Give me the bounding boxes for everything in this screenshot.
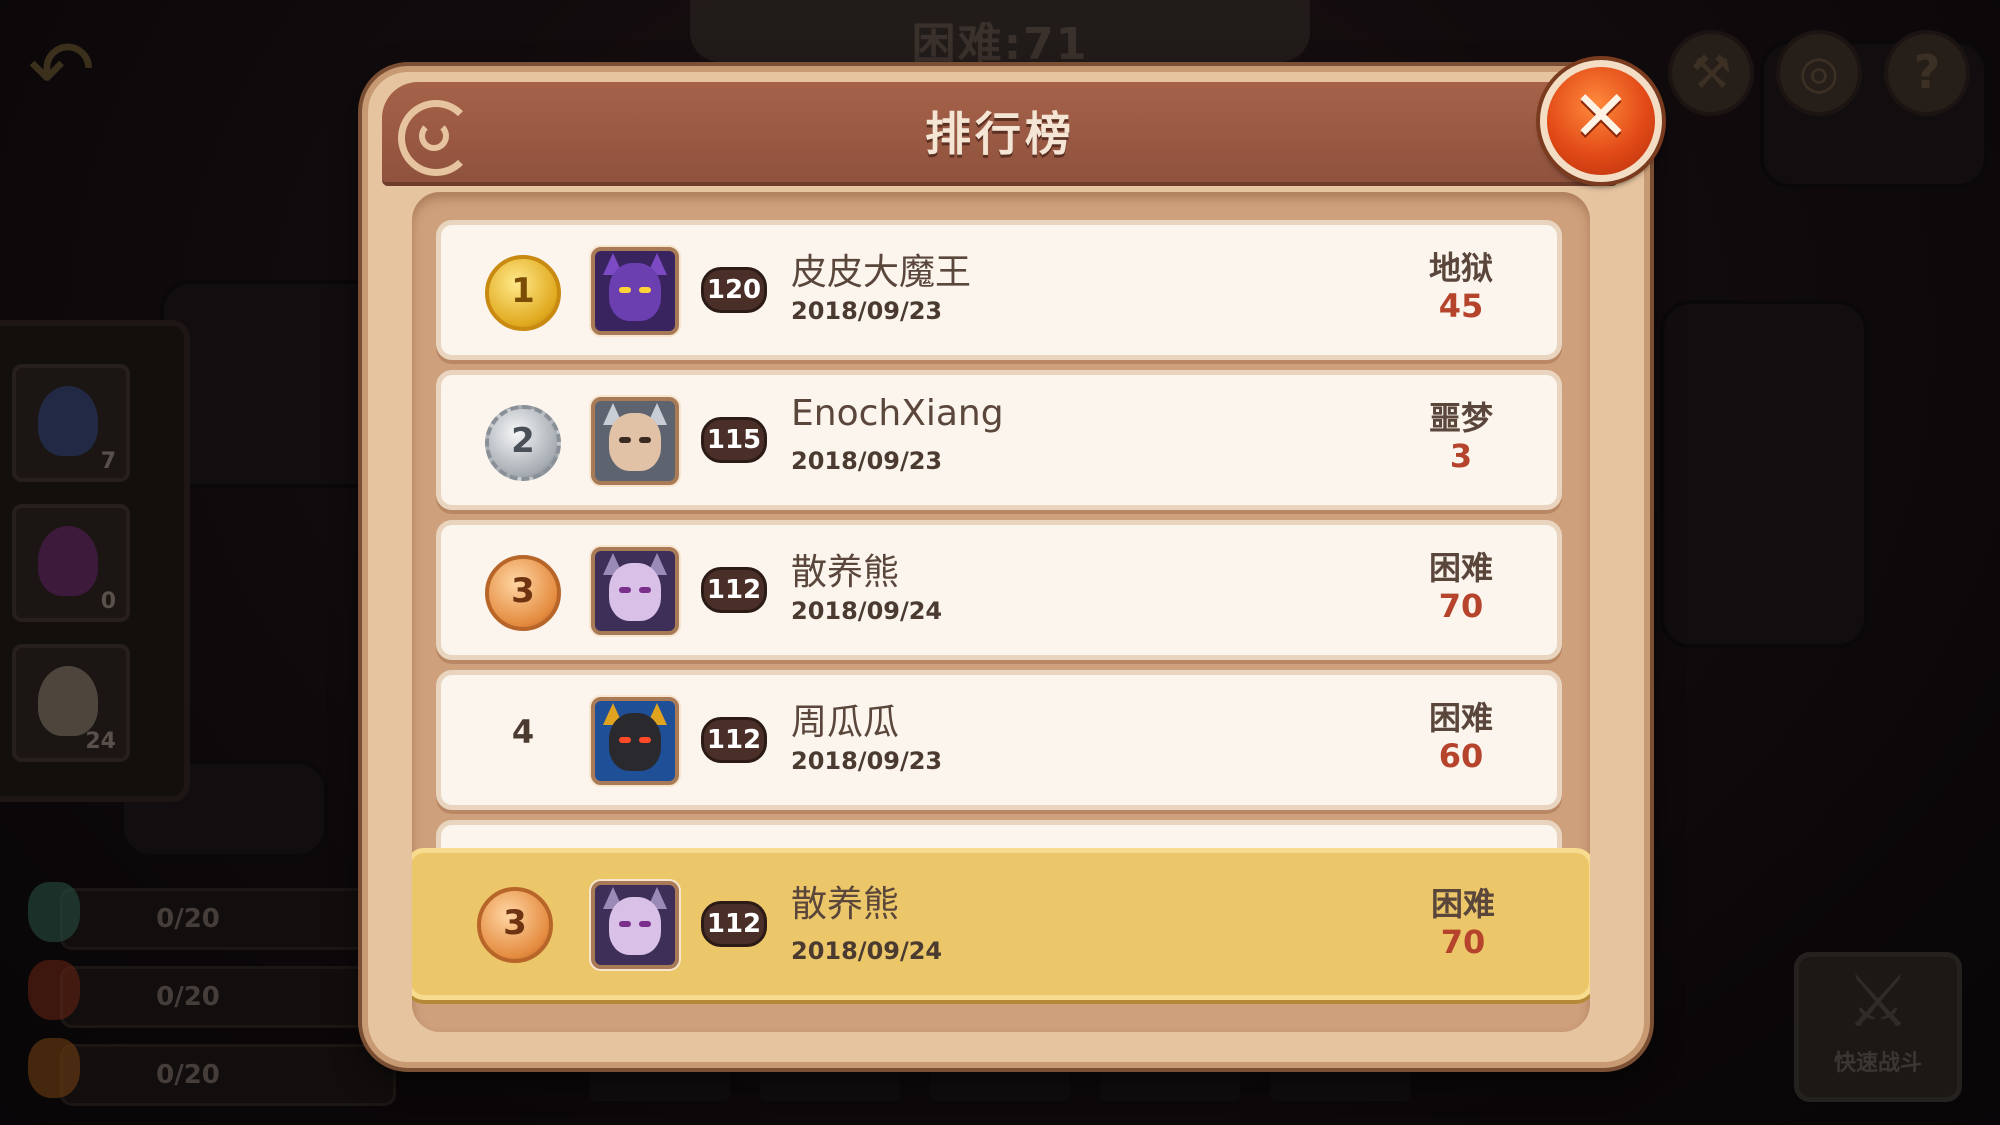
player-name: EnochXiang bbox=[791, 393, 1004, 434]
avatar-face bbox=[609, 713, 661, 771]
avatar-eye bbox=[619, 437, 631, 443]
difficulty-label: 噩梦 bbox=[1428, 399, 1493, 437]
leaderboard-row[interactable]: 1 120 皮皮大魔王 2018/09/23 地狱 45 bbox=[436, 220, 1562, 360]
leaderboard-dialog: 排行榜 1 120 皮皮大魔王 2018/09/23 地狱 45 2 115 E… bbox=[362, 66, 1650, 1068]
my-rank-row[interactable]: 3 112 散养熊 2018/09/24 困难 70 bbox=[412, 848, 1590, 1000]
bronze-medal-icon: 3 bbox=[477, 887, 553, 963]
avatar-eye bbox=[619, 287, 631, 293]
difficulty-label: 困难 bbox=[1430, 885, 1495, 923]
player-avatar[interactable] bbox=[591, 881, 679, 969]
gold-medal-icon: 1 bbox=[485, 255, 561, 331]
player-avatar[interactable] bbox=[591, 697, 679, 785]
player-avatar[interactable] bbox=[591, 397, 679, 485]
stage-number: 45 bbox=[1438, 287, 1484, 325]
avatar-eye bbox=[639, 737, 651, 743]
avatar-eye bbox=[639, 921, 651, 927]
avatar-face bbox=[609, 413, 661, 471]
player-level-badge: 120 bbox=[701, 267, 767, 313]
stage-number: 70 bbox=[1440, 923, 1486, 961]
player-avatar[interactable] bbox=[591, 247, 679, 335]
player-name: 皮皮大魔王 bbox=[791, 252, 972, 293]
player-name: 散养熊 bbox=[791, 884, 900, 925]
avatar-eye bbox=[639, 437, 651, 443]
stage-number: 3 bbox=[1449, 437, 1473, 475]
avatar-eye bbox=[639, 587, 651, 593]
player-level-badge: 112 bbox=[701, 901, 767, 947]
leaderboard-row[interactable]: 2 115 EnochXiang 2018/09/23 噩梦 3 bbox=[436, 370, 1562, 510]
leaderboard-list[interactable]: 1 120 皮皮大魔王 2018/09/23 地狱 45 2 115 Enoch… bbox=[412, 192, 1590, 1032]
avatar-eye bbox=[619, 737, 631, 743]
difficulty-label: 困难 bbox=[1428, 699, 1493, 737]
avatar-eye bbox=[619, 587, 631, 593]
dialog-header: 排行榜 bbox=[382, 82, 1618, 186]
leaderboard-row[interactable]: 3 112 散养熊 2018/09/24 困难 70 bbox=[436, 520, 1562, 660]
record-date: 2018/09/24 bbox=[791, 937, 943, 965]
avatar-eye bbox=[619, 921, 631, 927]
silver-medal-icon: 2 bbox=[485, 405, 561, 481]
difficulty-label: 困难 bbox=[1428, 549, 1493, 587]
record-date: 2018/09/23 bbox=[791, 747, 943, 775]
avatar-face bbox=[609, 563, 661, 621]
player-name: 散养熊 bbox=[791, 552, 900, 593]
avatar-face bbox=[609, 263, 661, 321]
bronze-medal-icon: 3 bbox=[485, 555, 561, 631]
leaderboard-row[interactable]: 4 112 周瓜瓜 2018/09/23 困难 60 bbox=[436, 670, 1562, 810]
stage-number: 60 bbox=[1438, 737, 1484, 775]
avatar-face bbox=[609, 897, 661, 955]
record-date: 2018/09/24 bbox=[791, 597, 943, 625]
player-avatar[interactable] bbox=[591, 547, 679, 635]
difficulty-label: 地狱 bbox=[1428, 249, 1493, 287]
player-level-badge: 112 bbox=[701, 717, 767, 763]
player-name: 周瓜瓜 bbox=[791, 702, 900, 743]
avatar-eye bbox=[639, 287, 651, 293]
player-level-badge: 115 bbox=[701, 417, 767, 463]
player-level-badge: 112 bbox=[701, 567, 767, 613]
close-icon[interactable]: ✕ bbox=[1540, 60, 1662, 182]
rank-number: 4 bbox=[511, 713, 535, 751]
stage-number: 70 bbox=[1438, 587, 1484, 625]
record-date: 2018/09/23 bbox=[791, 447, 943, 475]
dialog-title: 排行榜 bbox=[925, 107, 1075, 161]
record-date: 2018/09/23 bbox=[791, 297, 943, 325]
